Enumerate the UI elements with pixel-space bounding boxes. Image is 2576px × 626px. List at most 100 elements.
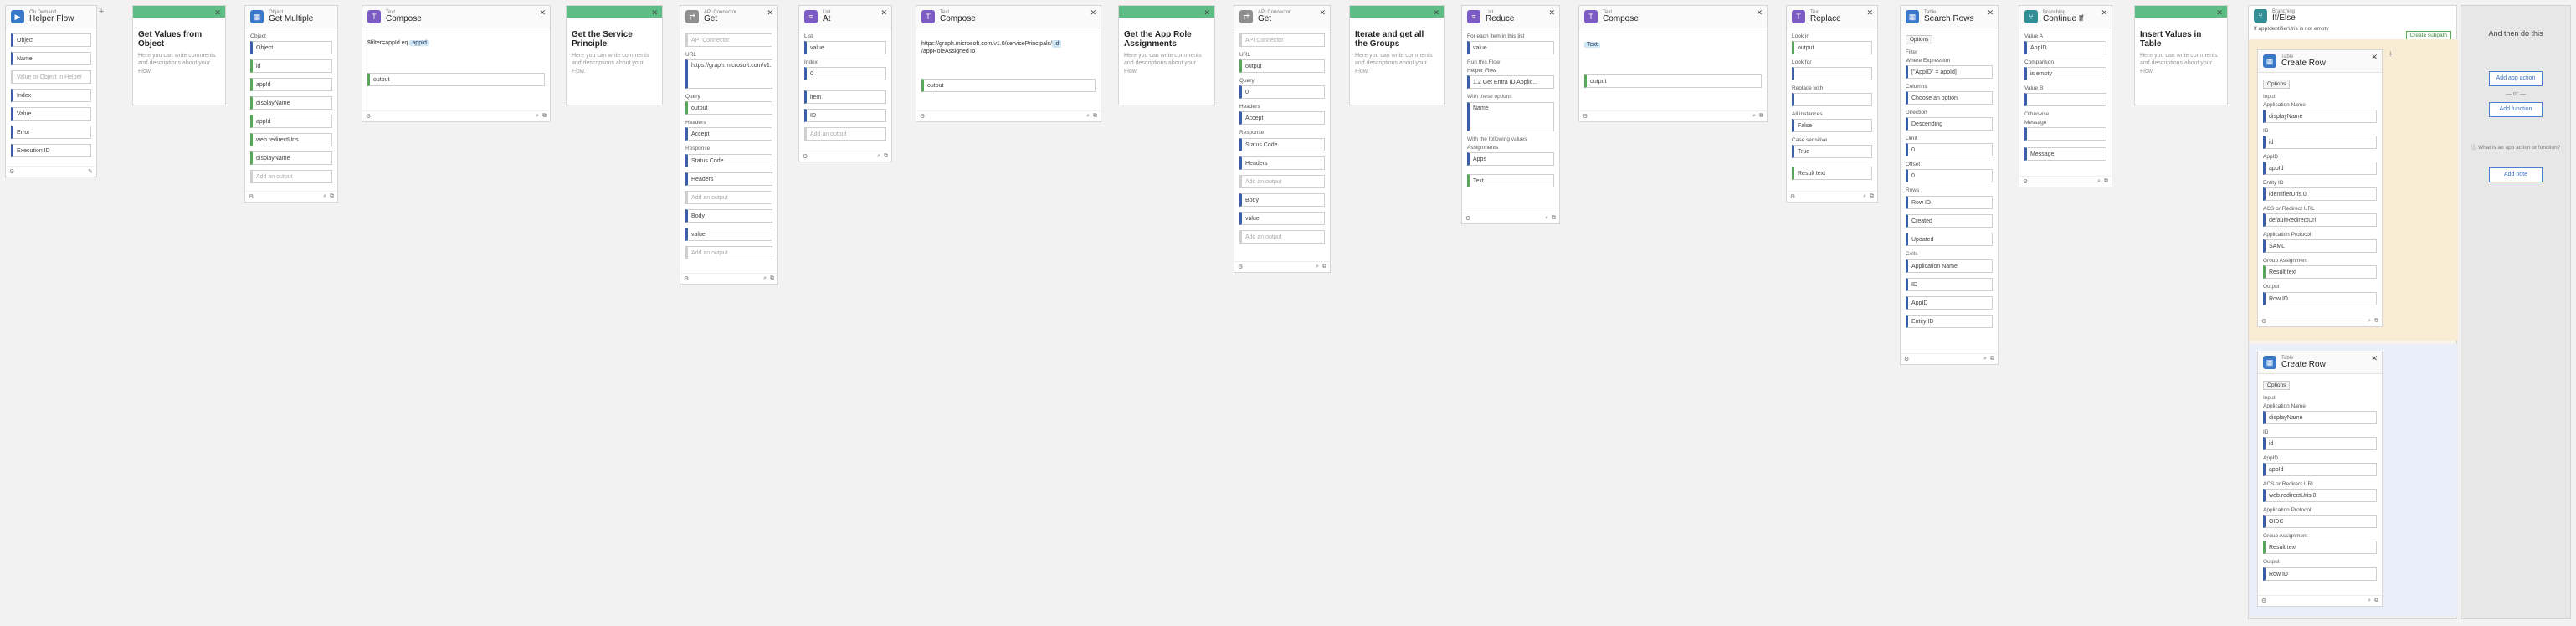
output-field[interactable]: id — [250, 59, 332, 73]
zoom-icon[interactable]: ⌕ — [2097, 178, 2101, 185]
headers-input[interactable]: Accept — [1239, 111, 1325, 125]
limit-input[interactable]: 0 — [1906, 143, 1993, 156]
output-field[interactable]: appId — [250, 115, 332, 128]
field-index[interactable]: Index — [11, 89, 91, 102]
settings-icon[interactable]: ⚙ — [803, 153, 808, 160]
row-id-field[interactable]: Row ID — [1906, 196, 1993, 209]
copy-icon[interactable]: ⧉ — [2374, 318, 2378, 325]
add-output-field[interactable]: Add an output — [1239, 175, 1325, 188]
output-field[interactable]: Text — [1467, 174, 1554, 187]
field-input[interactable]: defaultRedirectUri — [2263, 213, 2377, 227]
compose-card-2[interactable]: T Text Compose ✕ https://graph.microsoft… — [916, 5, 1101, 122]
field-input[interactable]: identifierUris.0 — [2263, 187, 2377, 201]
zoom-icon[interactable]: ⌕ — [1752, 113, 1756, 120]
close-icon[interactable]: ✕ — [1433, 8, 1439, 18]
compose-card-1[interactable]: T Text Compose ✕ $filter=appId eq appId … — [362, 5, 551, 122]
url-input[interactable]: output — [1239, 59, 1325, 73]
settings-icon[interactable]: ⚙ — [2261, 598, 2266, 604]
output-field[interactable]: output — [367, 73, 545, 86]
comparison-select[interactable]: is empty — [2024, 67, 2106, 80]
value-field[interactable]: value — [685, 228, 772, 241]
add-output-field[interactable]: Add an output — [250, 170, 332, 183]
output-field[interactable]: displayName — [250, 151, 332, 165]
close-icon[interactable]: ✕ — [539, 8, 546, 18]
note-card-insert-values[interactable]: ✕ Insert Values in Table Here you can wr… — [2134, 5, 2228, 105]
field-value-2[interactable]: Value — [11, 107, 91, 121]
cell-field[interactable]: ID — [1906, 278, 1993, 291]
look-in-input[interactable]: output — [1792, 41, 1872, 54]
note-card-iterate-groups[interactable]: ✕ Iterate and get all the Groups Here yo… — [1349, 5, 1445, 105]
list-input[interactable]: value — [1467, 41, 1554, 54]
status-code-field[interactable]: Status Code — [685, 154, 772, 167]
direction-select[interactable]: Descending — [1906, 117, 1993, 131]
updated-field[interactable]: Updated — [1906, 233, 1993, 246]
field-input[interactable]: SAML — [2263, 239, 2377, 253]
create-row-card-2[interactable]: ▦ Table Create Row ✕ Options Input Appli… — [2257, 351, 2383, 607]
query-input[interactable]: output — [685, 101, 772, 115]
compose-text[interactable]: $filter=appId eq appId — [367, 40, 545, 46]
output-field[interactable]: appId — [250, 78, 332, 91]
zoom-icon[interactable]: ⌕ — [536, 113, 539, 120]
help-link[interactable]: ⓘ What is an app action or function? — [2461, 142, 2570, 151]
value-b-input[interactable] — [2024, 93, 2106, 106]
field-input[interactable]: appId — [2263, 162, 2377, 175]
all-instances-select[interactable]: False — [1792, 119, 1872, 132]
settings-icon[interactable]: ⚙ — [366, 113, 371, 120]
value-a-input[interactable]: AppID — [2024, 41, 2106, 54]
close-icon[interactable]: ✕ — [2216, 8, 2223, 18]
zoom-icon[interactable]: ⌕ — [763, 275, 767, 282]
settings-icon[interactable]: ⚙ — [2023, 178, 2028, 185]
close-icon[interactable]: ✕ — [767, 8, 773, 18]
settings-icon[interactable]: ⚙ — [1238, 264, 1243, 270]
zoom-icon[interactable]: ⌕ — [2368, 598, 2371, 604]
close-icon[interactable]: ✕ — [1987, 8, 1994, 18]
url-input[interactable]: https://graph.microsoft.com/v1.0/service… — [685, 59, 772, 89]
status-code-field[interactable]: Status Code — [1239, 138, 1325, 151]
copy-icon[interactable]: ⧉ — [542, 113, 547, 120]
connector-select[interactable]: API Connector — [685, 33, 772, 47]
created-field[interactable]: Created — [1906, 214, 1993, 228]
copy-icon[interactable]: ⧉ — [1990, 356, 1994, 362]
settings-icon[interactable]: ⚙ — [1465, 215, 1470, 222]
options-input[interactable]: Name — [1467, 102, 1554, 131]
output-field[interactable]: output — [1584, 74, 1762, 88]
output-field[interactable]: output — [921, 79, 1096, 93]
reduce-card[interactable]: ≡ List Reduce ✕ For each item in this li… — [1461, 5, 1560, 224]
close-icon[interactable]: ✕ — [1203, 8, 1210, 18]
options-button[interactable]: Options — [2263, 80, 2291, 89]
field-input[interactable]: id — [2263, 437, 2377, 450]
copy-icon[interactable]: ⧉ — [2374, 598, 2378, 604]
settings-icon[interactable]: ⚙ — [9, 168, 14, 175]
output-field[interactable]: Message — [2024, 147, 2106, 161]
value-field[interactable]: value — [1239, 212, 1325, 225]
settings-icon[interactable]: ⚙ — [1583, 113, 1588, 120]
headers-field[interactable]: Headers — [1239, 156, 1325, 170]
field-execution-id[interactable]: Execution ID — [11, 144, 91, 157]
variable-pill[interactable]: appId — [409, 40, 429, 46]
add-step-plus-icon[interactable]: + — [2388, 49, 2393, 59]
add-output-field[interactable]: Add an output — [804, 127, 886, 141]
api-get-card-1[interactable]: ⇄ API Connector Get ✕ API Connector URL … — [680, 5, 778, 285]
cell-field[interactable]: Entity ID — [1906, 315, 1993, 328]
variable-pill[interactable]: id — [1052, 40, 1062, 49]
zoom-icon[interactable]: ⌕ — [1086, 113, 1090, 120]
replace-with-input[interactable] — [1792, 93, 1872, 106]
case-sensitive-select[interactable]: True — [1792, 145, 1872, 158]
close-icon[interactable]: ✕ — [880, 8, 887, 18]
headers-input[interactable]: Accept — [685, 127, 772, 141]
variable-pill[interactable]: Text — [1584, 42, 1600, 48]
field-input[interactable]: appId — [2263, 463, 2377, 476]
zoom-icon[interactable]: ⌕ — [1983, 356, 1987, 362]
field-value[interactable]: Value or Object in Helper — [11, 70, 91, 84]
add-output-field[interactable]: Add an output — [1239, 230, 1325, 244]
api-get-card-2[interactable]: ⇄ API Connector Get ✕ API Connector URL … — [1234, 5, 1331, 273]
copy-icon[interactable]: ⧉ — [330, 193, 334, 200]
zoom-icon[interactable]: ⌕ — [1863, 193, 1866, 200]
field-input[interactable]: Result text — [2263, 265, 2377, 279]
copy-icon[interactable]: ⧉ — [1759, 113, 1763, 120]
field-input[interactable]: id — [2263, 136, 2377, 149]
add-output-field[interactable]: Add an output — [685, 246, 772, 259]
edit-icon[interactable]: ✎ — [88, 168, 93, 175]
field-input[interactable]: displayName — [2263, 110, 2377, 123]
field-name[interactable]: Name — [11, 52, 91, 65]
